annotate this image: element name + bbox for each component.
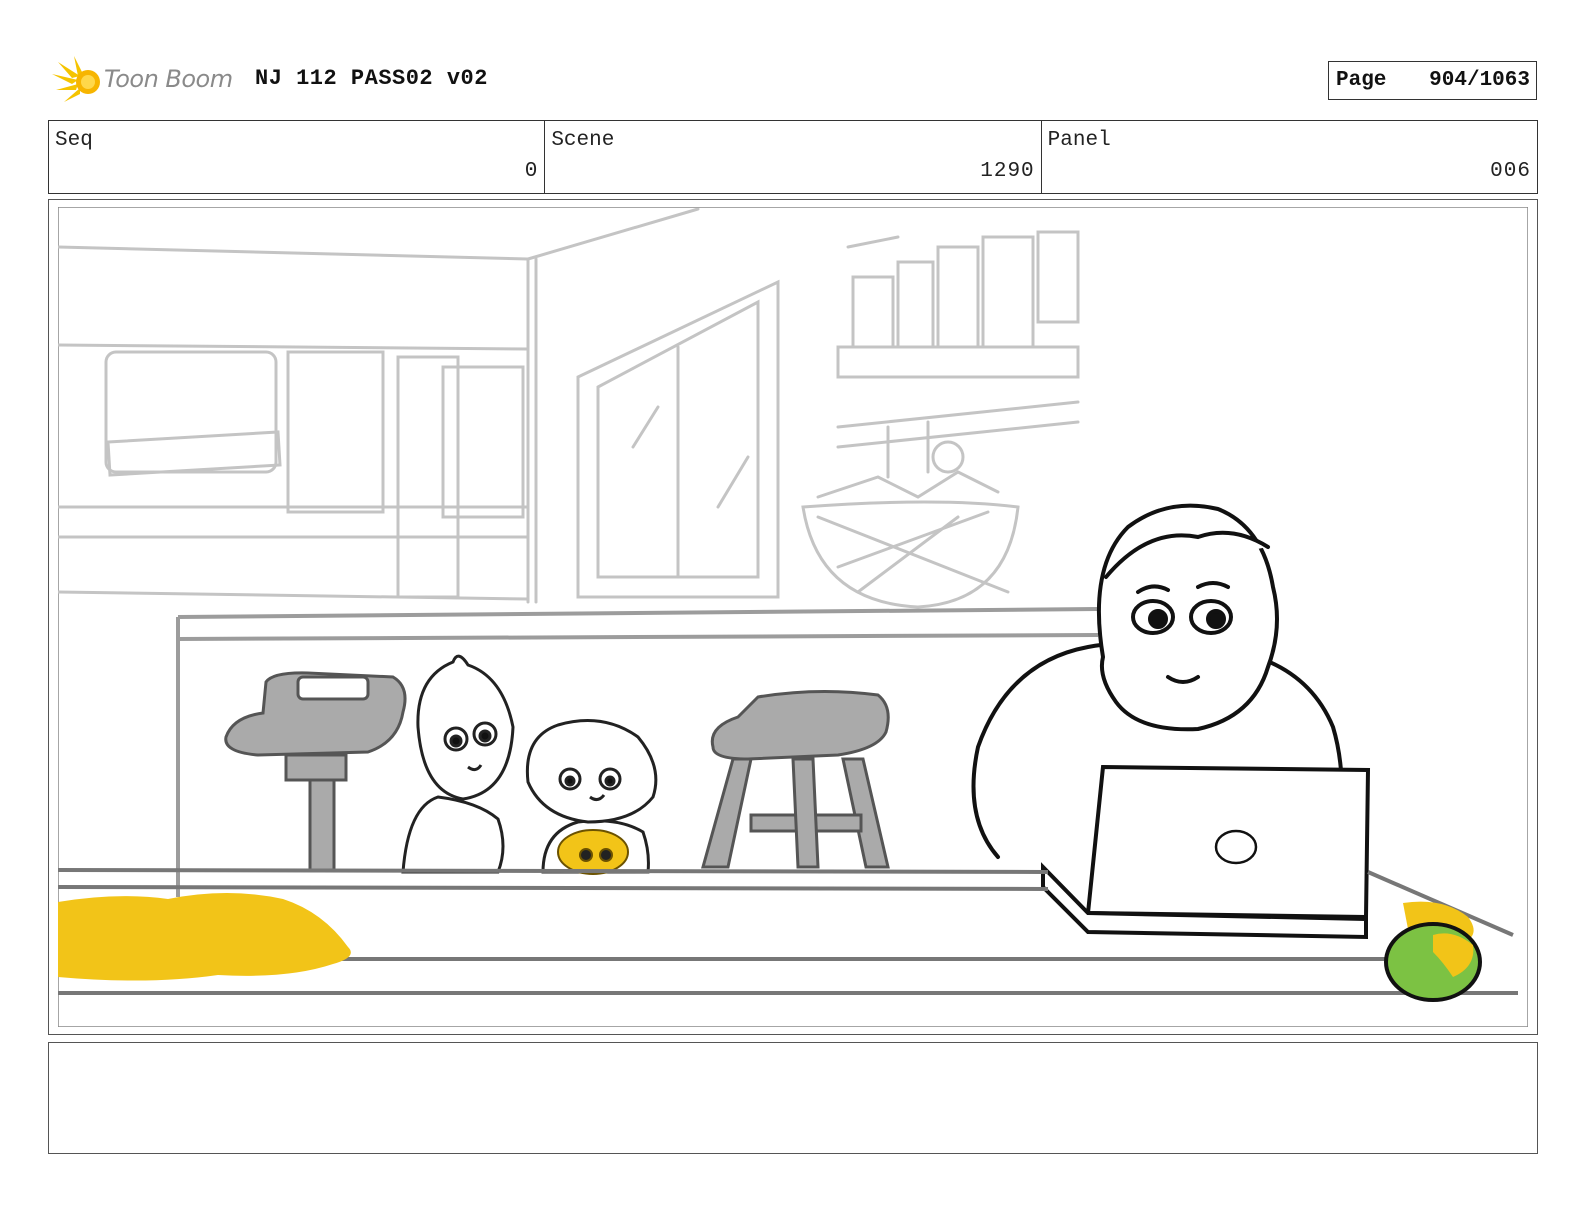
panel-info-row: Seq 0 Scene 1290 Panel 006	[48, 120, 1538, 194]
yellow-plush-toy	[557, 829, 629, 875]
brand-name: Toon Boom	[104, 65, 233, 93]
storyboard-header: Toon Boom NJ 112 PASS02 v02 Page 904/106…	[50, 52, 1540, 108]
seq-cell: Seq 0	[49, 121, 546, 193]
starburst-icon	[52, 56, 100, 102]
scene-cell: Scene 1290	[545, 121, 1042, 193]
document-title: NJ 112 PASS02 v02	[255, 66, 488, 91]
page-indicator: Page 904/1063	[1328, 61, 1537, 100]
seq-value: 0	[524, 160, 539, 183]
panel-value: 006	[1490, 160, 1531, 183]
page-value: 904/1063	[1429, 69, 1530, 92]
panel-cell: Panel 006	[1042, 121, 1537, 193]
toon-boom-logo: Toon Boom	[50, 52, 240, 108]
scene-label: Scene	[551, 129, 615, 152]
panel-label: Panel	[1047, 129, 1111, 152]
seq-label: Seq	[55, 129, 93, 152]
scene-value: 1290	[980, 160, 1035, 183]
action-notes-box	[48, 1042, 1538, 1154]
page-label: Page	[1336, 69, 1387, 92]
storyboard-panel-drawing	[58, 207, 1528, 1027]
